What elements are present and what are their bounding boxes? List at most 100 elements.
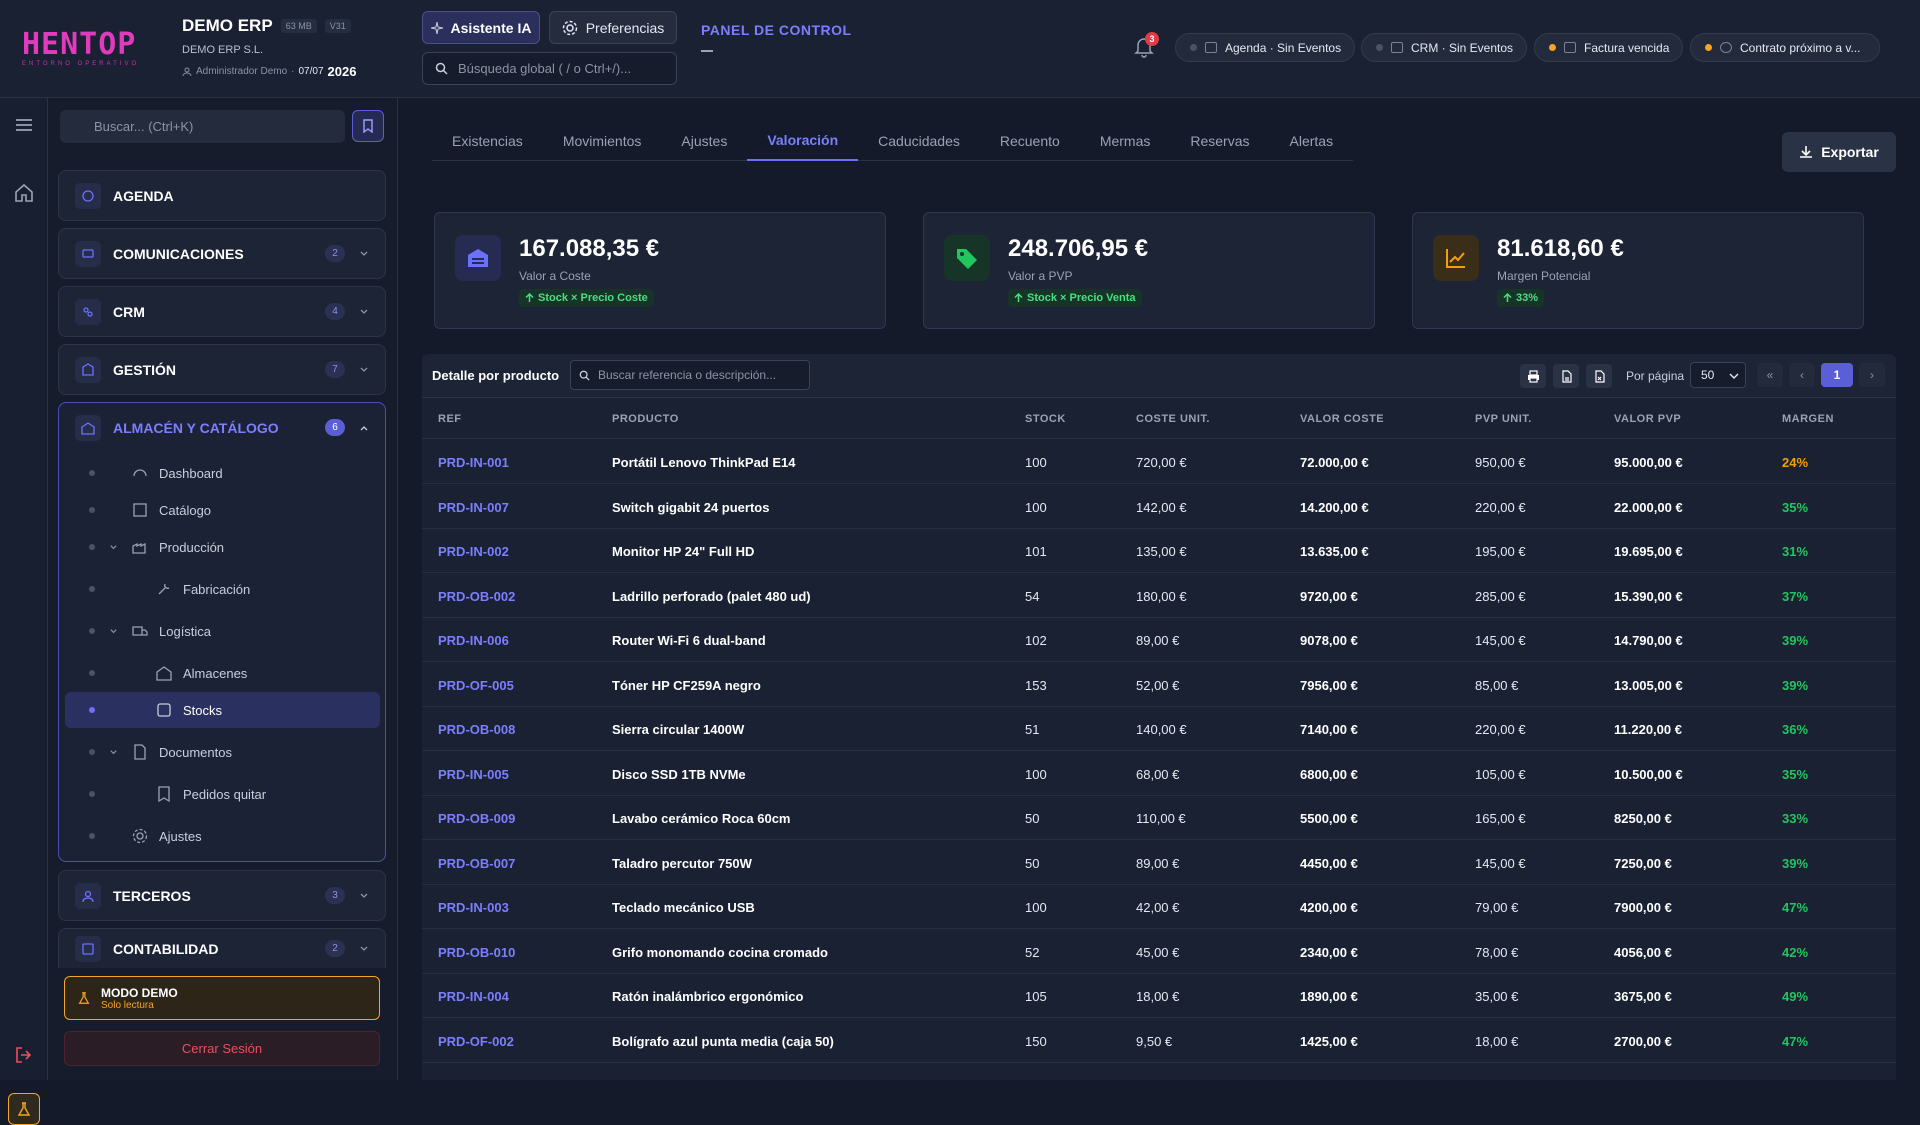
sidebar-item-fabricacion[interactable]: Fabricación xyxy=(59,571,379,607)
cell-cost-value: 7956,00 € xyxy=(1300,677,1358,693)
col-header[interactable]: MARGEN xyxy=(1782,413,1834,425)
print-icon[interactable] xyxy=(1520,364,1546,388)
sidebar-section-gestion[interactable]: GESTIÓN 7 xyxy=(58,344,386,395)
col-header[interactable]: REF xyxy=(438,413,462,425)
cell-ref[interactable]: PRD-OB-009 xyxy=(438,811,515,826)
sidebar-section-almacen[interactable]: ALMACÉN Y CATÁLOGO 6 Dashboard Catálogo … xyxy=(58,402,386,862)
menu-icon[interactable] xyxy=(13,114,35,136)
table-row[interactable]: PRD-OB-007 Taladro percutor 750W 50 89,00 €… xyxy=(422,841,1896,885)
sidebar-item-catalogo[interactable]: Catálogo xyxy=(59,492,379,528)
table-row[interactable]: PRD-OB-002 Ladrillo perforado (palet 480 … xyxy=(422,574,1896,618)
sidebar-item-label: Stocks xyxy=(183,702,223,718)
cell-ref[interactable]: PRD-IN-005 xyxy=(438,767,509,782)
chip-agenda[interactable]: Agenda · Sin Eventos xyxy=(1175,33,1355,62)
export-button[interactable]: Exportar xyxy=(1782,132,1896,172)
bookmark-icon[interactable] xyxy=(352,110,384,142)
arrow-up-icon xyxy=(1014,293,1023,302)
cell-ref[interactable]: PRD-OB-007 xyxy=(438,856,515,871)
logout-button[interactable]: Cerrar Sesión xyxy=(64,1031,380,1066)
table-row[interactable]: PRD-IN-007 Switch gigabit 24 puertos 100 14… xyxy=(422,485,1896,529)
preferences-button[interactable]: Preferencias xyxy=(549,11,677,44)
tab-valoracion[interactable]: Valoración xyxy=(747,120,859,161)
first-page-button[interactable]: « xyxy=(1757,363,1783,387)
cell-pvp-unit: 950,00 € xyxy=(1475,455,1526,470)
table-row[interactable]: PRD-OB-010 Grifo monomando cocina cromado… xyxy=(422,930,1896,974)
cell-ref[interactable]: PRD-IN-002 xyxy=(438,544,509,559)
current-year: 2026 xyxy=(327,64,357,79)
tab-ajustes[interactable]: Ajustes xyxy=(661,120,747,161)
sidebar-item-almacenes[interactable]: Almacenes xyxy=(59,655,379,691)
cell-product: Ladrillo perforado (palet 480 ud) xyxy=(612,588,811,604)
table-row[interactable]: PRD-OF-005 Tóner HP CF259A negro 153 52,00 … xyxy=(422,663,1896,707)
chip-invoice-overdue[interactable]: Factura vencida xyxy=(1534,33,1683,62)
tab-recuento[interactable]: Recuento xyxy=(980,120,1080,161)
cell-pvp-unit: 105,00 € xyxy=(1475,766,1526,782)
home-icon[interactable] xyxy=(13,182,35,204)
icon-rail xyxy=(0,98,48,1125)
table-row[interactable]: PRD-IN-006 Router Wi-Fi 6 dual-band 102 89,… xyxy=(422,618,1896,662)
next-page-button[interactable]: › xyxy=(1859,363,1885,387)
cell-ref[interactable]: PRD-OF-005 xyxy=(438,678,514,693)
prev-page-button[interactable]: ‹ xyxy=(1789,363,1815,387)
per-page-select[interactable]: 50 xyxy=(1690,362,1746,388)
export-excel-icon[interactable] xyxy=(1586,364,1612,388)
cell-ref[interactable]: PRD-IN-006 xyxy=(438,633,509,648)
table-row[interactable]: PRD-IN-003 Teclado mecánico USB 100 42,00 €… xyxy=(422,885,1896,929)
cell-ref[interactable]: PRD-OF-002 xyxy=(438,1034,514,1049)
cell-ref[interactable]: PRD-IN-003 xyxy=(438,900,509,915)
table-row[interactable]: PRD-OB-009 Lavabo cerámico Roca 60cm 50 110… xyxy=(422,796,1896,840)
logout-icon[interactable] xyxy=(13,1044,35,1066)
ai-assistant-button[interactable]: Asistente IA xyxy=(422,11,540,44)
cell-ref[interactable]: PRD-IN-007 xyxy=(438,500,509,515)
col-header[interactable]: PVP UNIT. xyxy=(1475,413,1532,425)
sidebar-item-pedidos-quitar[interactable]: Pedidos quitar xyxy=(59,776,379,812)
cell-unit-cost: 52,00 € xyxy=(1136,677,1180,693)
chip-contract-expiring[interactable]: Contrato próximo a v... xyxy=(1690,33,1880,62)
col-header[interactable]: VALOR PVP xyxy=(1614,413,1681,425)
sidebar-item-dashboard[interactable]: Dashboard xyxy=(59,455,379,491)
sidebar-section-crm[interactable]: CRM 4 xyxy=(58,286,386,337)
cell-stock: 54 xyxy=(1025,588,1040,604)
cell-ref[interactable]: PRD-OB-002 xyxy=(438,589,515,604)
tab-mermas[interactable]: Mermas xyxy=(1080,120,1171,161)
page-button-current[interactable]: 1 xyxy=(1821,363,1853,387)
tab-existencias[interactable]: Existencias xyxy=(432,120,543,161)
table-row[interactable]: PRD-IN-002 Monitor HP 24" Full HD 101 135,0… xyxy=(422,529,1896,573)
tab-caducidades[interactable]: Caducidades xyxy=(858,120,980,161)
table-row[interactable]: PRD-IN-001 Portátil Lenovo ThinkPad E14 10… xyxy=(422,440,1896,484)
panel-title[interactable]: PANEL DE CONTROL xyxy=(701,22,852,38)
sidebar-item-documentos[interactable]: Documentos xyxy=(59,734,379,770)
tab-alertas[interactable]: Alertas xyxy=(1270,120,1354,161)
sidebar-section-comunicaciones[interactable]: COMUNICACIONES 2 xyxy=(58,228,386,279)
tab-reservas[interactable]: Reservas xyxy=(1170,120,1269,161)
chip-crm[interactable]: CRM · Sin Eventos xyxy=(1361,33,1527,62)
col-header[interactable]: VALOR COSTE xyxy=(1300,413,1384,425)
export-pdf-icon[interactable] xyxy=(1553,364,1579,388)
table-row[interactable]: PRD-OF-002 Bolígrafo azul punta media (ca… xyxy=(422,1019,1896,1063)
app-logo[interactable]: HENTOP ENTORNO OPERATIVO xyxy=(22,30,142,68)
tab-movimientos[interactable]: Movimientos xyxy=(543,120,662,161)
cell-ref[interactable]: PRD-IN-004 xyxy=(438,989,509,1004)
size-badge: 63 MB xyxy=(280,19,317,33)
demo-mode-icon[interactable] xyxy=(8,1093,40,1125)
col-header[interactable]: PRODUCTO xyxy=(612,413,679,425)
col-header[interactable]: COSTE UNIT. xyxy=(1136,413,1210,425)
col-header[interactable]: STOCK xyxy=(1025,413,1066,425)
cell-ref[interactable]: PRD-OB-010 xyxy=(438,945,515,960)
cell-ref[interactable]: PRD-OB-008 xyxy=(438,722,515,737)
sidebar-search-input[interactable]: Buscar... (Ctrl+K) xyxy=(60,110,345,143)
table-search-input[interactable]: Buscar referencia o descripción... xyxy=(570,360,810,390)
sidebar-section-agenda[interactable]: AGENDA xyxy=(58,170,386,221)
global-search-input[interactable]: Búsqueda global ( / o Ctrl+/)... xyxy=(422,52,677,85)
cell-ref[interactable]: PRD-IN-001 xyxy=(438,455,509,470)
sidebar-section-contabilidad[interactable]: CONTABILIDAD 2 xyxy=(58,928,386,968)
sidebar-section-terceros[interactable]: TERCEROS 3 xyxy=(58,870,386,921)
sidebar-item-stocks[interactable]: Stocks xyxy=(65,692,380,728)
table-row[interactable]: PRD-IN-005 Disco SSD 1TB NVMe 100 68,00 € 68… xyxy=(422,752,1896,796)
table-row[interactable]: PRD-IN-004 Ratón inalámbrico ergonómico 10… xyxy=(422,974,1896,1018)
table-row[interactable]: PRD-OB-008 Sierra circular 1400W 51 140,00 … xyxy=(422,707,1896,751)
cell-margin: 49% xyxy=(1782,989,1809,1004)
sidebar-item-ajustes[interactable]: Ajustes xyxy=(59,818,379,854)
sidebar-item-produccion[interactable]: Producción xyxy=(59,529,379,565)
sidebar-item-logistica[interactable]: Logística xyxy=(59,613,379,649)
